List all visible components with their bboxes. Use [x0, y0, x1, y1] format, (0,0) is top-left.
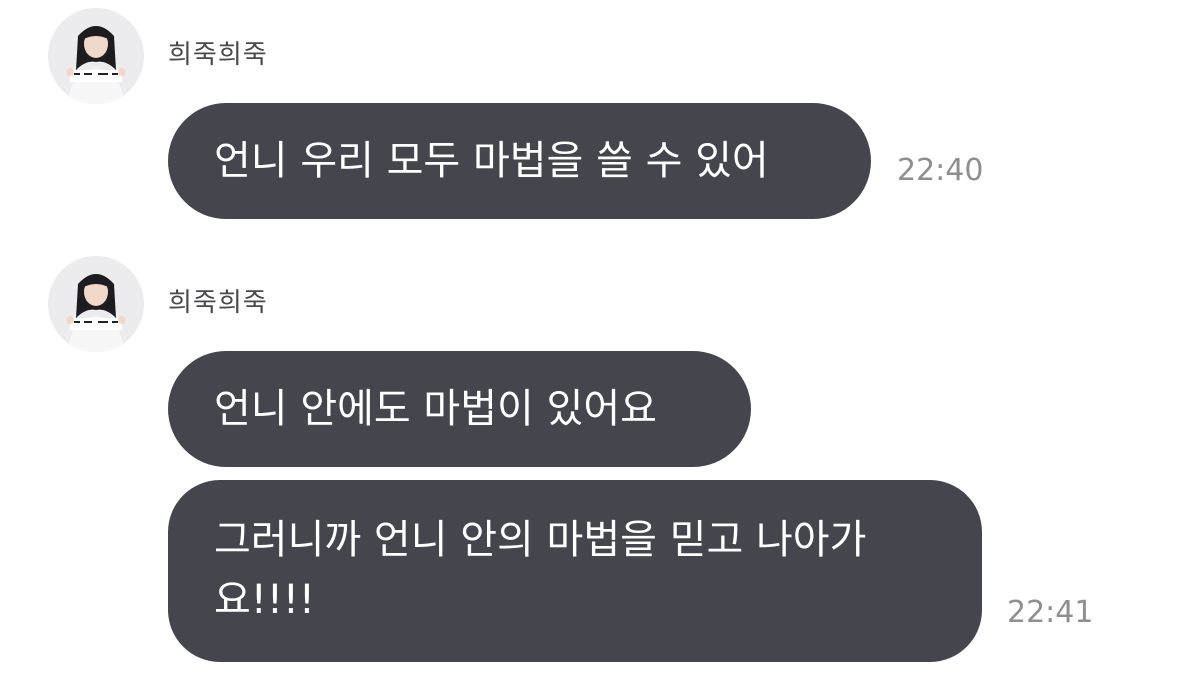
message-bubble[interactable]: 언니 우리 모두 마법을 쓸 수 있어: [168, 103, 871, 219]
avatar-photo-icon: [48, 8, 144, 104]
message-timestamp: 22:41: [1007, 595, 1094, 630]
avatar-photo-icon: [48, 256, 144, 352]
message-bubble[interactable]: 그러니까 언니 안의 마법을 믿고 나아가 요!!!!: [168, 480, 982, 662]
message-timestamp: 22:40: [897, 153, 984, 188]
sender-name: 희죽희죽: [168, 40, 268, 70]
sender-avatar[interactable]: [48, 256, 144, 352]
sender-avatar[interactable]: [48, 8, 144, 104]
sender-name: 희죽희죽: [168, 288, 268, 318]
message-bubble[interactable]: 언니 안에도 마법이 있어요: [168, 351, 751, 467]
